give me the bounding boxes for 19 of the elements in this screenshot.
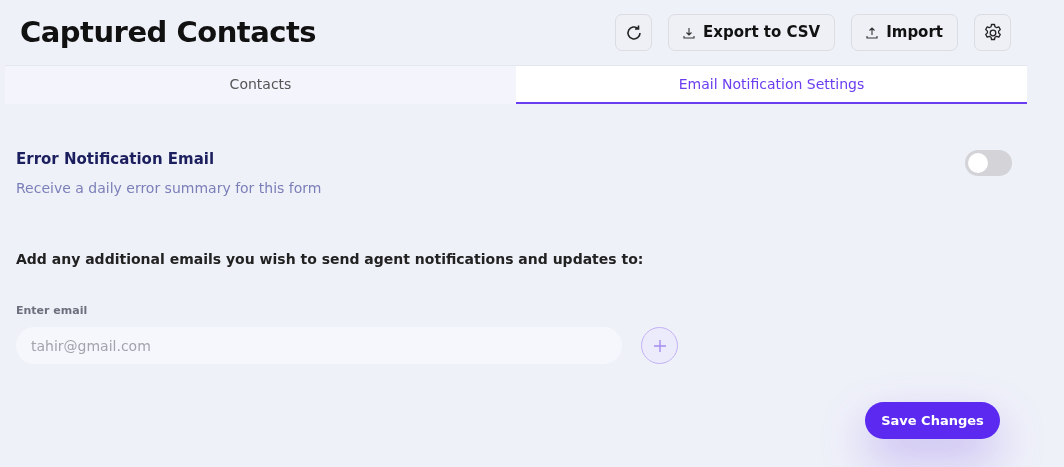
refresh-button[interactable] <box>615 14 652 51</box>
tab[interactable]: Email Notification Settings <box>516 66 1027 104</box>
settings-icon <box>982 22 1003 43</box>
settings-button[interactable] <box>974 14 1011 51</box>
toggle-switch[interactable] <box>965 150 1012 176</box>
tab[interactable]: Contacts <box>5 66 516 104</box>
download-icon <box>683 26 695 39</box>
page-title: Captured Contacts <box>20 15 317 50</box>
email-field[interactable]: tahir@gmail.com <box>16 327 622 364</box>
plus-icon <box>652 338 667 353</box>
section-title: Error Notification Email <box>16 149 216 170</box>
field-label: Enter email <box>16 303 88 317</box>
import-button[interactable]: Import <box>851 14 958 51</box>
export-button[interactable]: Export to CSV <box>668 14 836 51</box>
save-button[interactable]: Save Changes <box>865 402 1000 439</box>
upload-icon <box>866 26 879 39</box>
refresh-icon <box>624 23 643 42</box>
section-description: Receive a daily error summary for this form <box>16 178 322 198</box>
instruction-text: Add any additional emails you wish to send agent notifications and updates to: <box>16 249 645 269</box>
